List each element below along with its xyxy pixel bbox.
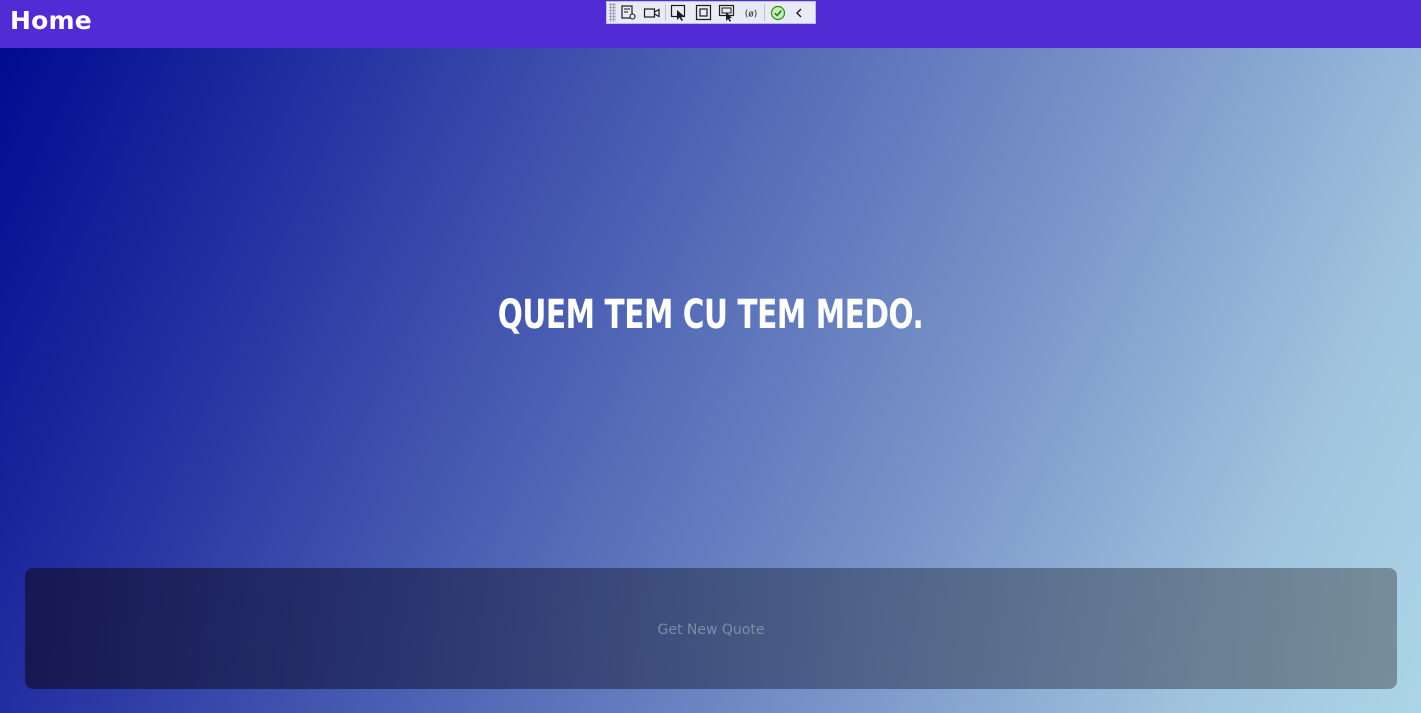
layout-adorners-icon-svg bbox=[695, 4, 711, 21]
svg-text:(ø): (ø) bbox=[745, 9, 758, 19]
binding-failures-icon-svg: (ø) bbox=[745, 9, 758, 19]
accessibility-check-icon[interactable] bbox=[766, 2, 790, 23]
camera-icon[interactable] bbox=[640, 2, 664, 23]
get-new-quote-button-label: Get New Quote bbox=[657, 622, 765, 638]
camera-icon-svg bbox=[643, 7, 660, 18]
track-focus-icon-svg bbox=[718, 4, 735, 22]
toolbar-drag-handle[interactable] bbox=[609, 3, 616, 22]
layout-adorners-icon[interactable] bbox=[691, 2, 715, 23]
get-new-quote-button[interactable]: Get New Quote bbox=[25, 568, 1397, 689]
select-element-icon[interactable] bbox=[667, 2, 691, 23]
app-window: Home (ø) QUEM TEM CU TEM MEDO. Get New Q… bbox=[0, 0, 1421, 713]
track-focus-icon[interactable] bbox=[715, 2, 739, 23]
quote-text: QUEM TEM CU TEM MEDO. bbox=[497, 292, 924, 338]
select-element-icon-svg bbox=[670, 4, 686, 21]
collapse-chevron-icon[interactable] bbox=[790, 2, 808, 23]
collapse-chevron-icon-svg bbox=[796, 8, 802, 17]
accessibility-check-icon-svg bbox=[770, 5, 786, 20]
toolbar-separator bbox=[764, 4, 765, 21]
toolbar-separator bbox=[665, 4, 666, 21]
live-visual-tree-icon-svg bbox=[620, 5, 636, 20]
live-visual-tree-icon[interactable] bbox=[616, 2, 640, 23]
binding-failures-icon[interactable]: (ø) bbox=[739, 2, 763, 23]
main-content: QUEM TEM CU TEM MEDO. Get New Quote bbox=[0, 48, 1421, 713]
page-title: Home bbox=[10, 6, 92, 35]
debug-toolbar: (ø) bbox=[606, 1, 816, 24]
